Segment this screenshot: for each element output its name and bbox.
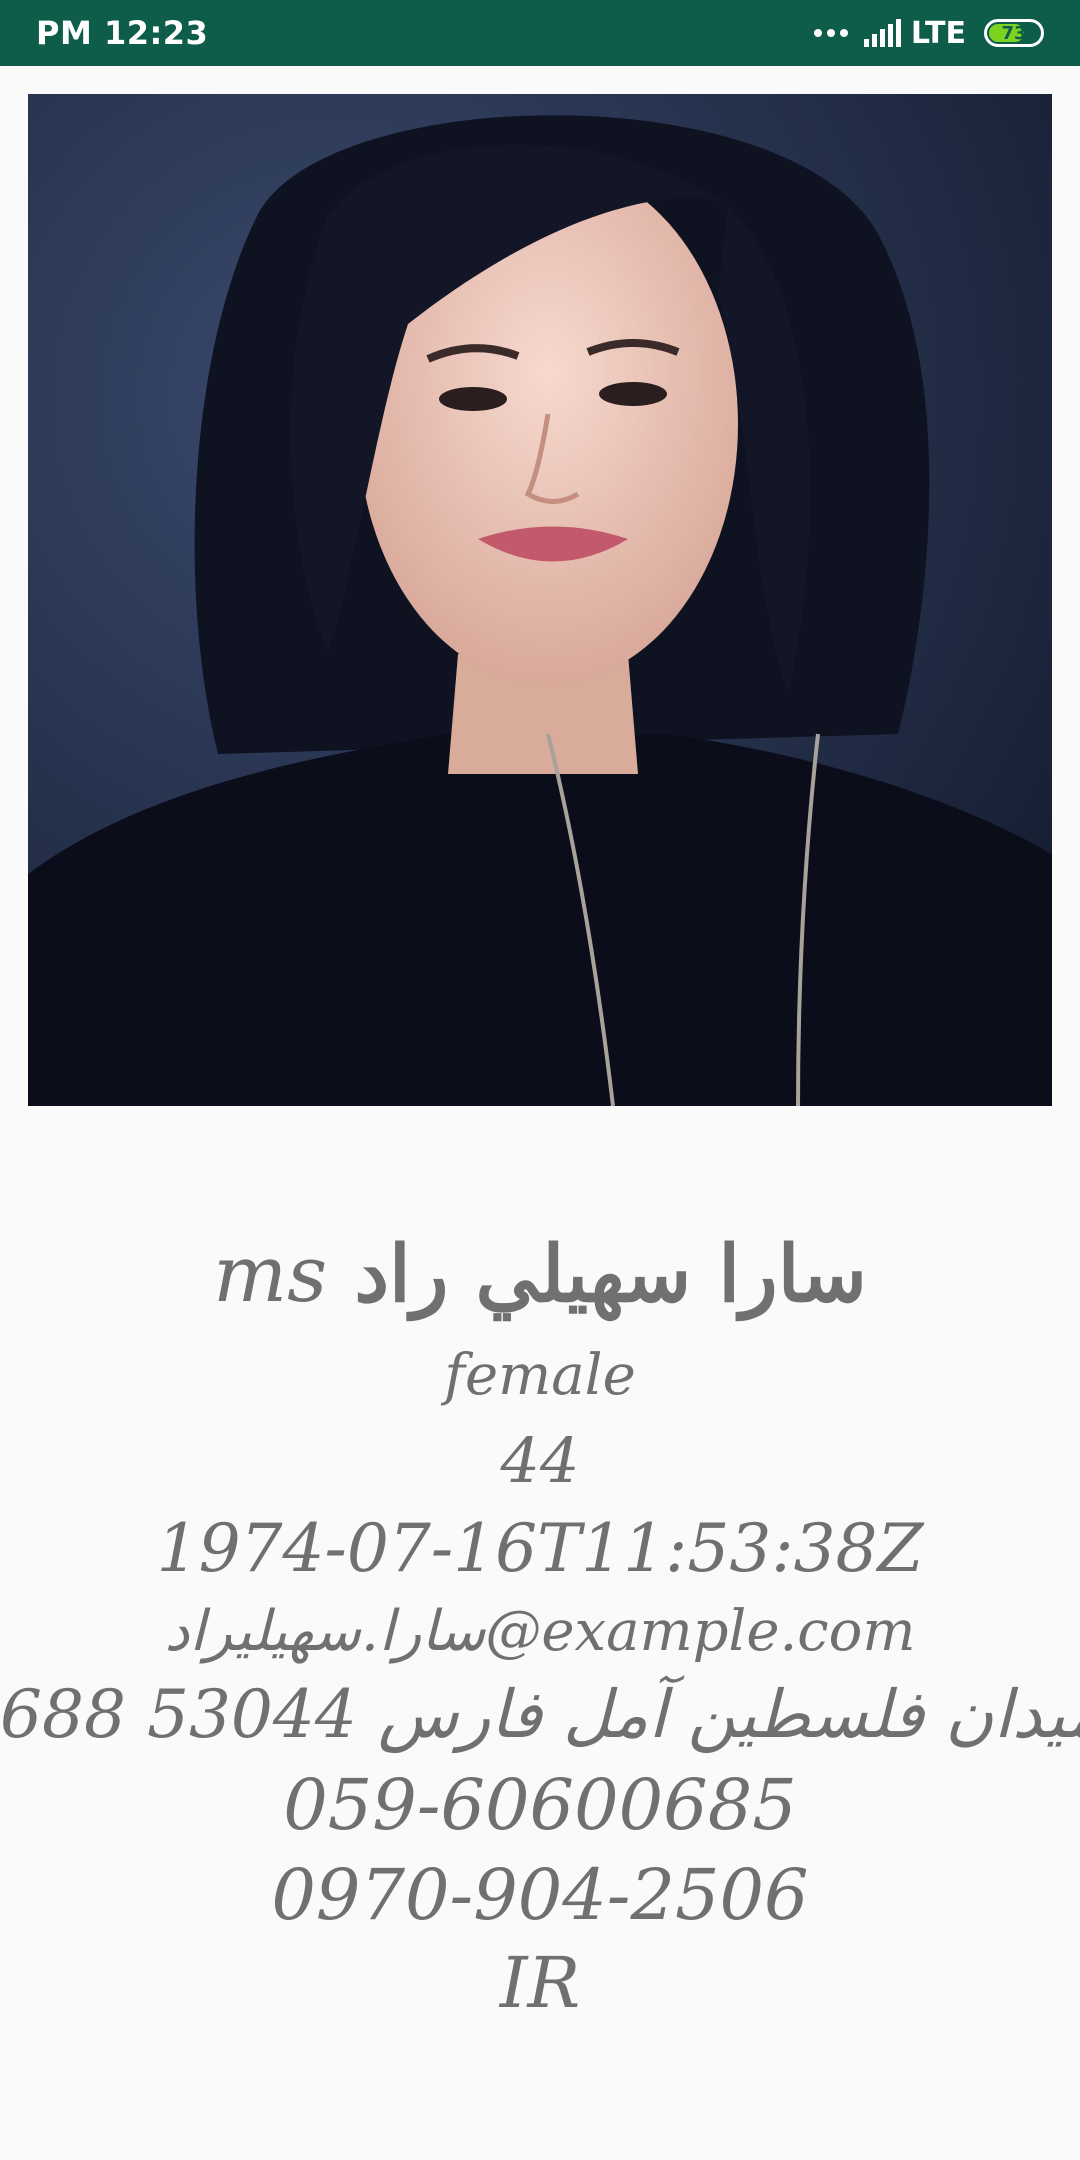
phone: 059-60600685 [283, 1764, 797, 1846]
status-bar: PM 12:23 LTE 73 [0, 0, 1080, 66]
status-time: PM 12:23 [36, 14, 209, 52]
network-type: LTE [910, 15, 966, 51]
battery-level: 73 [1001, 22, 1027, 44]
address: 688 میدان فلسطین آمل فارس 53044 [0, 1676, 1080, 1753]
profile-photo [28, 94, 1052, 1106]
nationality: IR [499, 1942, 581, 2024]
battery-icon: 73 [984, 19, 1044, 47]
email: سارا.سهیلیراد@example.com [164, 1599, 916, 1664]
date-of-birth: 1974-07-16T11:53:38Z [156, 1510, 924, 1587]
more-notifications-icon [813, 29, 848, 37]
name-text: سارا سهيلي راد [354, 1229, 867, 1320]
full-name: ms سارا سهيلي راد [0, 1236, 1080, 1315]
cell-phone: 0970-904-2506 [271, 1854, 809, 1936]
signal-strength-icon [863, 19, 901, 47]
age: 44 [500, 1424, 580, 1497]
name-title: ms [213, 1230, 328, 1320]
profile-info: ms سارا سهيلي راد female 44 1974-07-16T1… [0, 1200, 1080, 2024]
gender: female [444, 1343, 636, 1408]
status-indicators: LTE 73 [813, 15, 1044, 51]
